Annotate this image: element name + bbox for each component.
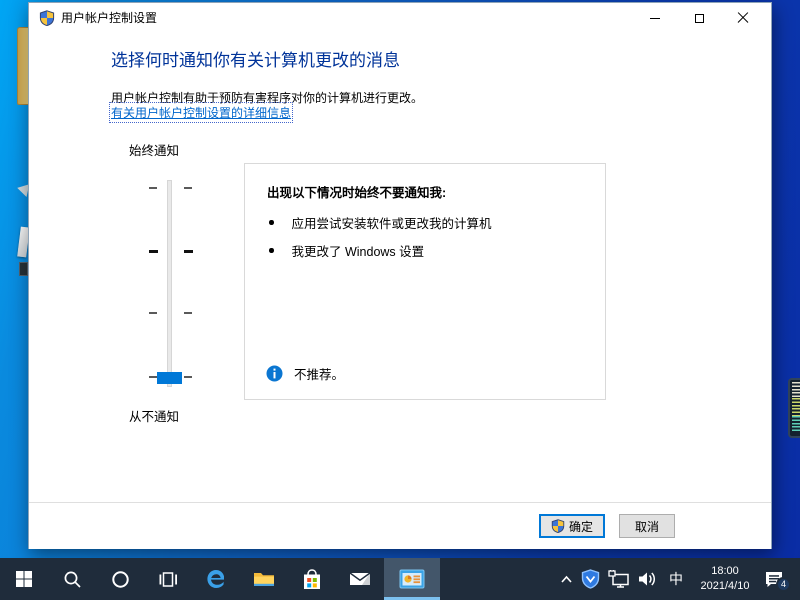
bullet-icon — [269, 248, 274, 253]
store-icon — [302, 569, 322, 590]
notification-detail-panel: 出现以下情况时始终不要通知我: 应用尝试安装软件或更改我的计算机 我更改了 Wi… — [244, 163, 606, 400]
ime-indicator[interactable]: 中 — [666, 569, 686, 589]
ok-label: 确定 — [569, 518, 593, 535]
close-button[interactable] — [721, 3, 765, 33]
taskbar: 中 18:00 2021/4/10 4 — [0, 558, 800, 600]
tray-time: 18:00 — [694, 564, 756, 579]
mail-icon — [349, 570, 371, 588]
security-tray-button[interactable] — [581, 569, 600, 589]
maximize-button[interactable] — [677, 3, 721, 33]
cancel-label: 取消 — [635, 518, 659, 535]
notification-count-badge: 4 — [776, 577, 791, 592]
control-panel-window-icon — [399, 569, 425, 589]
desktop: 用户帐户控制设置 选择何时通知你有关计算机更改的消息 用户帐户控制有助于预防有害… — [0, 0, 800, 600]
uac-details-link[interactable]: 有关用户帐户控制设置的详细信息 — [111, 104, 291, 121]
file-explorer-button[interactable] — [240, 558, 288, 600]
slider-top-label: 始终通知 — [129, 140, 179, 159]
slider-bottom-label: 从不通知 — [129, 406, 179, 425]
slider-tick — [149, 312, 157, 314]
desktop-icon-partial-3[interactable] — [19, 262, 28, 276]
uac-shield-icon — [551, 519, 565, 533]
mail-button[interactable] — [336, 558, 384, 600]
ok-button[interactable]: 确定 — [539, 514, 605, 538]
slider-tick — [149, 187, 157, 189]
network-tray-button[interactable] — [608, 570, 630, 588]
note-text: 不推荐。 — [294, 364, 344, 383]
minimize-button[interactable] — [633, 3, 677, 33]
slider-tick — [149, 376, 157, 378]
clock[interactable]: 18:00 2021/4/10 — [694, 564, 756, 594]
uac-settings-window-button[interactable] — [384, 558, 440, 600]
uac-level-slider-thumb[interactable] — [157, 372, 182, 384]
edge-button[interactable] — [192, 558, 240, 600]
action-center-button[interactable]: 4 — [764, 570, 784, 589]
slider-tick — [184, 250, 193, 253]
chevron-up-icon — [560, 574, 573, 585]
windows-logo-icon — [15, 570, 33, 588]
titlebar[interactable]: 用户帐户控制设置 — [29, 3, 771, 33]
folder-icon — [253, 569, 275, 589]
panel-bullet-item: 应用尝试安装软件或更改我的计算机 — [269, 213, 492, 232]
tray-date: 2021/4/10 — [694, 579, 756, 594]
show-hidden-icons-button[interactable] — [560, 574, 573, 585]
gadget-stripes — [792, 416, 800, 432]
edge-icon — [205, 568, 227, 590]
volume-tray-button[interactable] — [638, 570, 658, 588]
cancel-button[interactable]: 取消 — [619, 514, 675, 538]
cortana-button[interactable] — [96, 558, 144, 600]
recommendation-note: 不推荐。 — [266, 364, 344, 383]
slider-tick — [184, 187, 192, 189]
bullet-icon — [269, 220, 274, 225]
gadget-stripes — [792, 382, 800, 398]
store-button[interactable] — [288, 558, 336, 600]
task-view-button[interactable] — [144, 558, 192, 600]
cortana-icon — [111, 570, 130, 589]
bullet-text: 应用尝试安装软件或更改我的计算机 — [292, 213, 492, 232]
gadget-stripes — [792, 398, 800, 416]
uac-level-slider-track[interactable] — [167, 180, 172, 387]
footer: 确定 取消 — [29, 503, 771, 549]
task-view-icon — [159, 570, 178, 589]
panel-bullet-item: 我更改了 Windows 设置 — [269, 241, 424, 260]
system-tray: 中 18:00 2021/4/10 4 — [560, 558, 800, 600]
bullet-text: 我更改了 Windows 设置 — [292, 241, 425, 260]
slider-tick — [149, 250, 158, 253]
search-icon — [63, 570, 82, 589]
uac-settings-window: 用户帐户控制设置 选择何时通知你有关计算机更改的消息 用户帐户控制有助于预防有害… — [28, 2, 772, 549]
volume-icon — [638, 570, 658, 588]
security-shield-icon — [581, 569, 600, 589]
page-title: 选择何时通知你有关计算机更改的消息 — [111, 46, 400, 71]
uac-shield-icon — [39, 10, 55, 29]
panel-title: 出现以下情况时始终不要通知我: — [267, 182, 446, 201]
slider-tick — [184, 376, 192, 378]
search-button[interactable] — [48, 558, 96, 600]
window-title: 用户帐户控制设置 — [61, 3, 157, 33]
info-icon — [266, 365, 283, 382]
network-icon — [608, 570, 630, 588]
slider-tick — [184, 312, 192, 314]
start-button[interactable] — [0, 558, 48, 600]
hardware-monitor-gadget[interactable] — [788, 378, 800, 438]
